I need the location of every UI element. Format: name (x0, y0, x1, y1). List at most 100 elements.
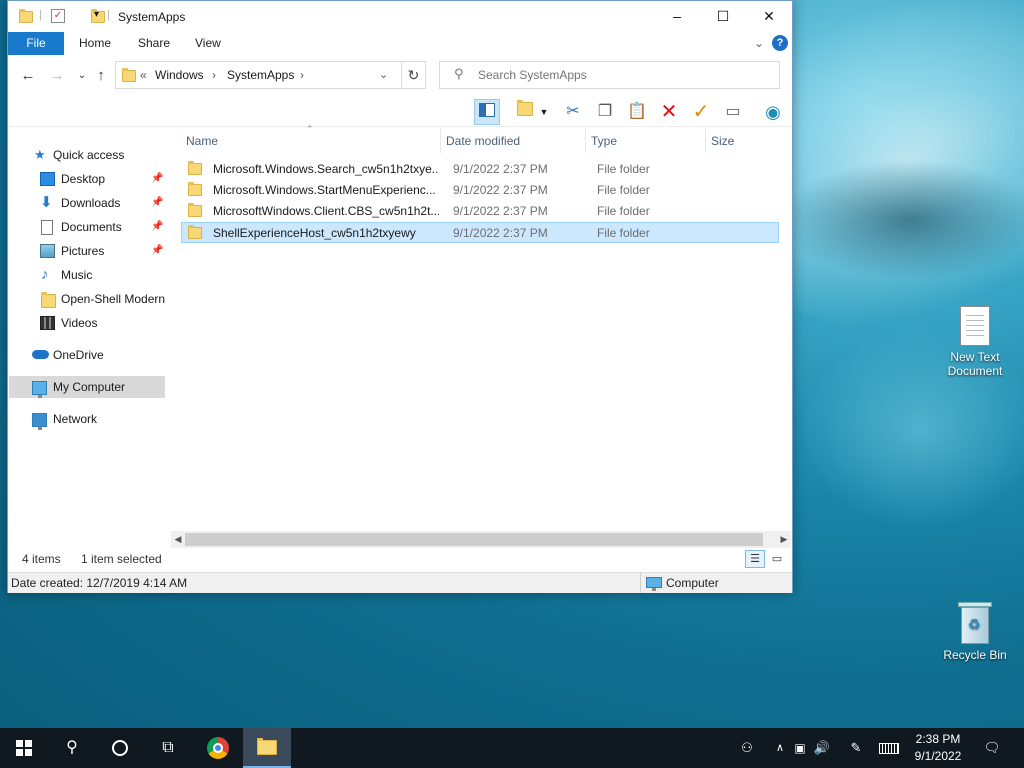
chrome-icon[interactable] (194, 728, 242, 768)
open-shell-icon[interactable]: ◉ (760, 99, 786, 125)
details-view-icon[interactable]: ☰ (745, 550, 765, 568)
table-row[interactable]: Microsoft.Windows.StartMenuExperienc... … (182, 180, 780, 201)
sidebar-item-pictures[interactable]: Pictures 📌 (8, 240, 166, 262)
clock[interactable]: 2:38 PM 9/1/2022 (906, 731, 970, 765)
sidebar-item-documents[interactable]: Documents 📌 (8, 216, 166, 238)
tab-home[interactable]: Home (65, 32, 125, 55)
table-row[interactable]: MicrosoftWindows.Client.CBS_cw5n1h2t... … (182, 201, 780, 222)
search-box[interactable]: ⚲ (439, 61, 780, 89)
minimize-button[interactable]: – (654, 1, 700, 32)
breadcrumb-systemapps[interactable]: SystemApps (227, 68, 294, 82)
volume-icon[interactable]: 🔊 (811, 728, 833, 768)
cortana-icon[interactable] (96, 728, 144, 768)
close-button[interactable]: ✕ (746, 1, 792, 32)
forward-button[interactable]: → (46, 65, 68, 87)
navigation-pane: ★ Quick access Desktop 📌 ⬇ Downloads 📌 D… (8, 129, 168, 541)
clock-date: 9/1/2022 (914, 749, 962, 763)
delete-icon[interactable]: ✕ (656, 99, 682, 125)
documents-icon (41, 220, 53, 235)
column-header-date-modified[interactable]: Date modified (442, 129, 586, 153)
date-created: Date created: 12/7/2019 4:14 AM (11, 576, 188, 590)
sidebar-item-onedrive[interactable]: OneDrive (8, 344, 166, 366)
sidebar-item-music[interactable]: ♪ Music (8, 264, 166, 286)
tab-file[interactable]: File (8, 32, 64, 55)
desktop-icon-label: New Text Document (947, 350, 1003, 378)
status-bar: 4 items 1 item selected ☰ ▭ (8, 548, 792, 570)
folder-icon (188, 182, 202, 196)
sidebar-item-open-shell-modern[interactable]: Open-Shell Modern (8, 288, 166, 310)
taskbar: ⚲ ⧉ ⚇ ∧ ▣ 🔊 ✎ 2:38 PM 9/1/2022 🗨 (0, 728, 1024, 768)
location-label: Computer (666, 576, 719, 590)
desktop-icon-new-text-document[interactable]: New Text Document (935, 306, 1015, 378)
copy-icon[interactable]: ❐ (592, 99, 618, 125)
sidebar-item-downloads[interactable]: ⬇ Downloads 📌 (8, 192, 166, 214)
pin-icon: 📌 (151, 197, 164, 208)
task-view-icon[interactable]: ⧉ (144, 728, 192, 768)
folder-icon (188, 203, 202, 217)
rename-icon[interactable]: ▭ (720, 99, 746, 125)
sidebar-item-videos[interactable]: Videos (8, 312, 166, 334)
file-explorer-icon[interactable] (243, 728, 291, 768)
scroll-right-icon[interactable]: ▶ (777, 531, 791, 548)
column-header-size[interactable]: Size (707, 129, 785, 153)
table-row-selected[interactable]: ShellExperienceHost_cw5n1h2txyewy 9/1/20… (181, 222, 779, 243)
views-icon[interactable] (512, 99, 538, 125)
address-bar[interactable]: « Windows › SystemApps › ⌄ (115, 61, 402, 89)
horizontal-scrollbar[interactable]: ◀ ▶ (171, 531, 791, 548)
address-dropdown-icon[interactable]: ⌄ (379, 68, 388, 81)
breadcrumb-windows[interactable]: Windows (155, 68, 204, 82)
sidebar-item-desktop[interactable]: Desktop 📌 (8, 168, 166, 190)
file-list: ⌃ Name Date modified Type Size Microsoft… (181, 124, 792, 529)
onedrive-cloud-icon (32, 350, 49, 359)
recycle-bin-icon: ♻ (958, 602, 992, 644)
sidebar-item-network[interactable]: Network (8, 408, 166, 430)
up-button[interactable]: ↑ (90, 65, 112, 87)
search-icon[interactable]: ⚲ (48, 728, 96, 768)
maximize-button[interactable]: ☐ (700, 1, 746, 32)
notifications-icon[interactable]: 🗨 (980, 728, 1004, 768)
select-all-check-icon[interactable]: ✓ (688, 99, 714, 125)
tab-view[interactable]: View (181, 32, 235, 55)
refresh-button[interactable]: ↻ (402, 61, 426, 89)
breadcrumb-separator[interactable]: › (212, 68, 216, 82)
people-icon[interactable]: ⚇ (736, 728, 758, 768)
back-button[interactable]: ← (17, 65, 39, 87)
network-icon (32, 413, 47, 430)
paste-icon[interactable]: 📋 (624, 99, 650, 125)
views-dropdown-icon[interactable]: ▼ (538, 99, 550, 125)
search-input[interactable] (478, 67, 768, 83)
breadcrumb-separator[interactable]: › (300, 68, 304, 82)
help-icon[interactable]: ? (772, 35, 788, 51)
tab-share[interactable]: Share (124, 32, 184, 55)
music-icon: ♪ (41, 266, 49, 283)
touch-keyboard-icon[interactable] (876, 728, 902, 768)
table-row[interactable]: Microsoft.Windows.Search_cw5n1h2txye... … (182, 159, 780, 180)
downloads-icon: ⬇ (40, 194, 53, 211)
pictures-icon (40, 244, 55, 258)
show-hidden-icons-icon[interactable]: ∧ (771, 728, 789, 768)
details-bar: Date created: 12/7/2019 4:14 AM Computer (8, 572, 792, 593)
scroll-left-icon[interactable]: ◀ (171, 531, 185, 548)
column-header-name[interactable]: Name (182, 129, 441, 153)
sidebar-item-my-computer[interactable]: My Computer (9, 376, 165, 398)
network-tray-icon[interactable]: ▣ (790, 728, 810, 768)
column-header-type[interactable]: Type (587, 129, 706, 153)
title-bar[interactable]: | ✓ ▾ | SystemApps – ☐ ✕ (8, 1, 792, 32)
sidebar-item-quick-access[interactable]: ★ Quick access (8, 144, 166, 166)
selection-count: 1 item selected (81, 552, 162, 566)
cut-icon[interactable]: ✂ (560, 99, 586, 125)
scrollbar-thumb[interactable] (185, 533, 763, 546)
desktop-icon-recycle-bin[interactable]: ♻ Recycle Bin (935, 602, 1015, 662)
customize-quick-access-icon[interactable]: ▾ (94, 9, 99, 20)
navigation-pane-icon[interactable] (474, 99, 500, 125)
expand-ribbon-icon[interactable]: ⌄ (754, 36, 764, 50)
large-icons-view-icon[interactable]: ▭ (767, 550, 787, 568)
text-document-icon (960, 306, 990, 346)
ribbon-tabs: File Home Share View ⌄ ? (8, 32, 792, 56)
folder-icon (41, 292, 56, 308)
pin-icon: 📌 (151, 221, 164, 232)
pen-workspace-icon[interactable]: ✎ (845, 728, 867, 768)
properties-icon[interactable]: ✓ (51, 9, 65, 23)
breadcrumb-overflow[interactable]: « (140, 68, 147, 82)
start-icon[interactable] (0, 728, 48, 768)
